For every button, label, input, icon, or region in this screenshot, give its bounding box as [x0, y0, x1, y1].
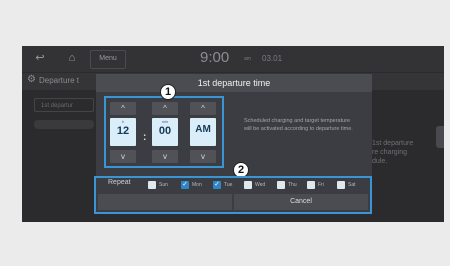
back-icon[interactable]: ↩: [28, 50, 52, 67]
background-bar: [34, 120, 94, 129]
day-name-wed: Wed: [255, 182, 266, 188]
day-name-mon: Mon: [192, 182, 202, 188]
checkbox-fri: [307, 181, 315, 189]
day-name-fri: Fri: [318, 182, 324, 188]
minute-down-arrow[interactable]: v: [152, 150, 178, 163]
checkbox-tue: ✓: [213, 181, 221, 189]
hour-down-arrow[interactable]: v: [110, 150, 136, 163]
left-action-bar: [98, 194, 232, 210]
background-tab-1st-departure: 1st departur: [34, 98, 94, 112]
hour-unit-label: h: [121, 119, 125, 124]
top-bar: ↩ ⌂ Menu 9:00 am 03.01: [22, 46, 444, 72]
minute-unit-label: min: [161, 119, 169, 124]
checkbox-thu: [277, 181, 285, 189]
ampm-up-arrow[interactable]: ^: [190, 102, 216, 115]
ampm-text: AM: [195, 124, 211, 135]
clock-ampm: am: [244, 56, 251, 62]
hour-up-arrow[interactable]: ^: [110, 102, 136, 115]
minute-up-arrow[interactable]: ^: [152, 102, 178, 115]
checkbox-mon: ✓: [181, 181, 189, 189]
clock-date: 03.01: [262, 54, 283, 63]
section-title: Departure t: [39, 76, 80, 85]
background-right-text: 1st departure re charging dule.: [372, 139, 442, 166]
checkbox-wed: [244, 181, 252, 189]
minute-number: 00: [158, 125, 172, 137]
cancel-button[interactable]: Cancel: [234, 194, 368, 210]
menu-button[interactable]: Menu: [90, 50, 126, 69]
hour-value[interactable]: h 12: [110, 118, 136, 146]
day-name-thu: Thu: [288, 182, 297, 188]
minute-value[interactable]: min 00: [152, 118, 178, 146]
background-right-line: 1st departure: [372, 140, 414, 147]
repeat-label: Repeat: [108, 179, 131, 186]
ampm-down-arrow[interactable]: v: [190, 150, 216, 163]
clock-time: 9:00: [200, 49, 230, 66]
settings-icon: ⚙: [27, 74, 36, 85]
checkbox-sun: [148, 181, 156, 189]
dialog-title: 1st departure time: [96, 74, 372, 92]
day-name-tue: Tue: [224, 182, 233, 188]
background-right-line: re charging: [372, 149, 408, 156]
callout-marker-1: 1: [160, 84, 176, 100]
home-icon[interactable]: ⌂: [60, 50, 84, 67]
time-separator: :: [143, 132, 147, 143]
day-name-sat: Sat: [348, 182, 356, 188]
hour-number: 12: [116, 125, 130, 137]
background-right-line: dule.: [372, 158, 388, 165]
day-name-sun: Sun: [159, 182, 168, 188]
checkbox-sat: [337, 181, 345, 189]
departure-info-text: Scheduled charging and target temperatur…: [244, 118, 353, 132]
ampm-value[interactable]: AM: [190, 118, 216, 146]
